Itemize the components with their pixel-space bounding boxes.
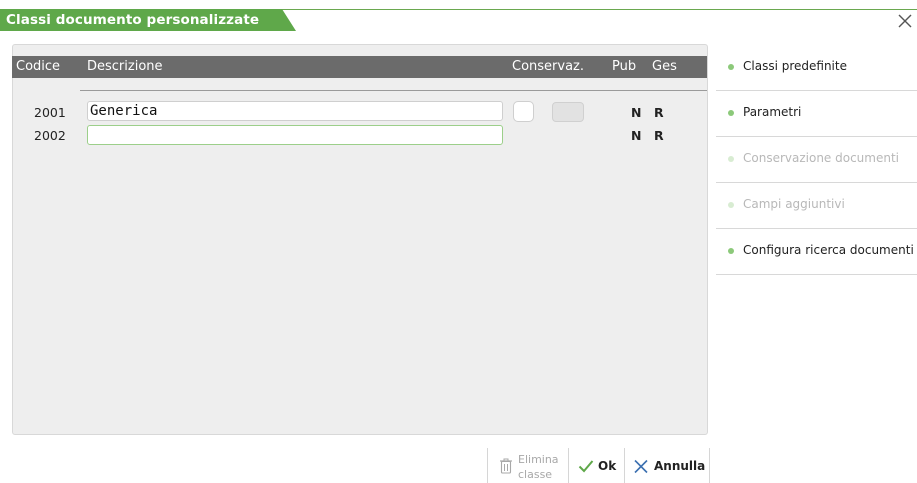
annulla-label: Annulla: [654, 459, 706, 473]
bullet-icon: [728, 156, 734, 162]
header-separator: [80, 90, 707, 91]
sidebar-item-label: Parametri: [743, 105, 802, 119]
ok-label: Ok: [598, 459, 617, 473]
bullet-icon: [728, 202, 734, 208]
header-codice[interactable]: Codice: [16, 59, 60, 74]
classe-label: classe: [518, 468, 553, 481]
window: Classi documento personalizzate Codice D…: [0, 0, 917, 483]
conservaz-checkbox[interactable]: [513, 101, 534, 122]
row-code: 2001: [34, 105, 66, 120]
pub-flag: N: [631, 128, 642, 143]
description-input[interactable]: Generica: [87, 101, 503, 121]
header-ges[interactable]: Ges: [652, 59, 677, 74]
cancel-icon: [634, 459, 648, 474]
ges-flag: R: [654, 105, 664, 120]
sidebar-item-label: Classi predefinite: [743, 59, 847, 73]
checkmark-icon: [578, 460, 594, 473]
bullet-icon: [728, 110, 734, 116]
sidebar-item-label: Conservazione documenti: [743, 151, 900, 165]
window-title: Classi documento personalizzate: [6, 12, 260, 28]
ges-flag: R: [654, 128, 664, 143]
header-descrizione[interactable]: Descrizione: [87, 59, 163, 74]
close-icon[interactable]: [896, 12, 914, 30]
header-pub[interactable]: Pub: [612, 59, 636, 74]
elimina-label: Elimina: [518, 453, 559, 466]
bullet-icon: [728, 64, 734, 70]
sidebar-item-conservazione-documenti: Conservazione documenti: [716, 137, 917, 183]
ok-button[interactable]: Ok: [569, 448, 624, 483]
sidebar-item-parametri[interactable]: Parametri: [716, 91, 917, 137]
sidebar-item-campi-aggiuntivi: Campi aggiuntivi: [716, 183, 917, 229]
sidebar-item-label: Campi aggiuntivi: [743, 197, 845, 211]
pub-flag: N: [631, 105, 642, 120]
elimina-classe-button: Elimina classe: [488, 448, 568, 483]
row-code: 2002: [34, 128, 66, 143]
description-input-active[interactable]: [87, 125, 503, 145]
header-conservaz[interactable]: Conservaz.: [512, 59, 584, 74]
conservaz-field[interactable]: [552, 102, 584, 122]
trash-icon: [500, 458, 512, 474]
button-separator: [709, 448, 710, 483]
sidebar-item-classi-predefinite[interactable]: Classi predefinite: [716, 45, 917, 91]
sidebar-item-configura-ricerca-documenti[interactable]: Configura ricerca documenti: [716, 229, 917, 275]
sidebar-item-label: Configura ricerca documenti: [743, 243, 914, 257]
annulla-button[interactable]: Annulla: [625, 448, 709, 483]
bullet-icon: [728, 248, 734, 254]
